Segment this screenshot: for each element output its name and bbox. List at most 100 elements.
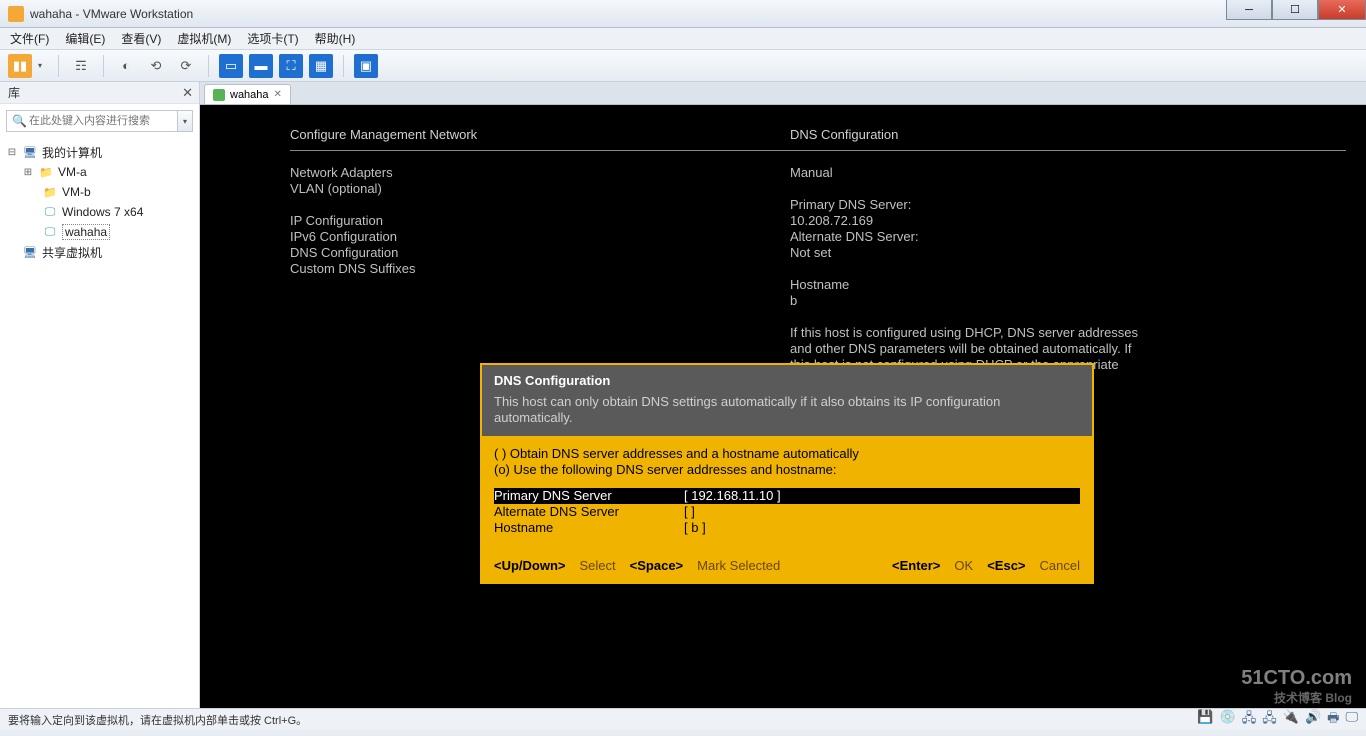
console-right-column: Manual Primary DNS Server: 10.208.72.169…: [790, 165, 1138, 373]
dns-config-dialog: DNS Configuration This host can only obt…: [480, 363, 1094, 584]
vm-icon: 🖵: [42, 225, 58, 239]
tab-close-icon[interactable]: ✕: [274, 89, 282, 100]
sidebar-close-icon[interactable]: ✕: [182, 85, 193, 101]
tree-item-wahaha[interactable]: 🖵 wahaha: [0, 222, 199, 242]
status-bar: 要将输入定向到该虚拟机，请在虚拟机内部单击或按 Ctrl+G。 💾 💿 🖧 🖧 …: [0, 708, 1366, 730]
alternate-dns-field[interactable]: Alternate DNS Server [ ]: [494, 504, 1080, 520]
maximize-button[interactable]: [1272, 0, 1318, 20]
close-button[interactable]: [1318, 0, 1366, 20]
dialog-fields: Primary DNS Server [ 192.168.11.10 ] Alt…: [494, 488, 1080, 536]
search-dropdown[interactable]: ▾: [178, 110, 193, 132]
snapshot-button[interactable]: ☶: [69, 54, 93, 78]
tree-label: 共享虚拟机: [42, 244, 102, 261]
hdd-icon[interactable]: 💾: [1197, 709, 1213, 731]
search-icon: 🔍: [12, 114, 27, 128]
vm-running-icon: [213, 89, 225, 101]
toolbar-separator: [58, 55, 59, 77]
tree-item-win7[interactable]: 🖵 Windows 7 x64: [0, 202, 199, 222]
menubar: 文件(F) 编辑(E) 查看(V) 虚拟机(M) 选项卡(T) 帮助(H): [0, 28, 1366, 50]
printer-icon[interactable]: 🖶: [1327, 709, 1339, 731]
console-left-column: Network Adapters VLAN (optional) IP Conf…: [290, 165, 790, 373]
dns-option-manual[interactable]: (o) Use the following DNS server address…: [494, 462, 1080, 478]
console-content: Configure Management Network DNS Configu…: [290, 127, 1346, 373]
field-value: [ ]: [684, 504, 1080, 520]
dns-option-auto[interactable]: ( ) Obtain DNS server addresses and a ho…: [494, 446, 1080, 462]
console-divider: [290, 150, 1346, 151]
dialog-header: DNS Configuration This host can only obt…: [482, 365, 1092, 436]
take-snapshot-button[interactable]: ⟳: [174, 54, 198, 78]
net2-icon[interactable]: 🖧: [1262, 709, 1277, 731]
toolbar: ▮▮ ▾ ☶ ◐ ⟲ ⟳ ▭ ▬ ⛶ ▦ ▣: [0, 50, 1366, 82]
toolbar-separator: [103, 55, 104, 77]
action-mark: Mark Selected: [697, 558, 780, 574]
vm-icon: 🖵: [42, 205, 58, 219]
expand-icon[interactable]: ⊟: [6, 147, 18, 158]
fullscreen-button[interactable]: ▭: [219, 54, 243, 78]
unity-button[interactable]: ▬: [249, 54, 273, 78]
sidebar-title: 库: [8, 84, 20, 101]
titlebar: wahaha - VMware Workstation: [0, 0, 1366, 28]
tree-label: 我的计算机: [42, 144, 102, 161]
hostname-field[interactable]: Hostname [ b ]: [494, 520, 1080, 536]
menu-help[interactable]: 帮助(H): [315, 30, 356, 47]
action-select: Select: [580, 558, 616, 574]
menu-tabs[interactable]: 选项卡(T): [247, 30, 298, 47]
app-icon: [8, 6, 24, 22]
primary-dns-field[interactable]: Primary DNS Server [ 192.168.11.10 ]: [494, 488, 1080, 504]
tree-label: wahaha: [62, 224, 110, 240]
snapshot-manager-button[interactable]: ◐: [114, 54, 138, 78]
usb-icon[interactable]: 🔌: [1283, 709, 1299, 731]
tree-item-vma[interactable]: ⊞ 📁 VM-a: [0, 162, 199, 182]
menu-edit[interactable]: 编辑(E): [65, 30, 105, 47]
field-label: Primary DNS Server: [494, 488, 684, 504]
tree-label: VM-b: [62, 185, 91, 199]
status-text: 要将输入定向到该虚拟机，请在虚拟机内部单击或按 Ctrl+G。: [8, 712, 307, 728]
revert-button[interactable]: ⟲: [144, 54, 168, 78]
tab-label: wahaha: [230, 89, 269, 101]
action-cancel: Cancel: [1040, 558, 1080, 574]
action-ok: OK: [954, 558, 973, 574]
computer-icon: 🖥: [22, 145, 38, 159]
tab-strip: wahaha ✕: [200, 82, 1366, 104]
console-title-left: Configure Management Network: [290, 127, 790, 142]
dialog-body: ( ) Obtain DNS server addresses and a ho…: [482, 436, 1092, 582]
cd-icon[interactable]: 💿: [1220, 709, 1236, 731]
console-view-button[interactable]: ⛶: [279, 54, 303, 78]
display-icon[interactable]: 🖵: [1345, 709, 1358, 731]
key-space: <Space>: [630, 558, 684, 574]
folder-icon: 📁: [42, 185, 58, 199]
stretch-button[interactable]: ▣: [354, 54, 378, 78]
tree-shared[interactable]: 🖥 共享虚拟机: [0, 242, 199, 262]
sidebar-search: 🔍 ▾: [0, 104, 199, 138]
menu-file[interactable]: 文件(F): [10, 30, 49, 47]
expand-icon[interactable]: ⊞: [22, 167, 34, 178]
menu-vm[interactable]: 虚拟机(M): [177, 30, 231, 47]
net-icon[interactable]: 🖧: [1242, 709, 1257, 731]
key-esc: <Esc>: [987, 558, 1025, 574]
minimize-button[interactable]: [1226, 0, 1272, 20]
toolbar-separator: [343, 55, 344, 77]
tab-wahaha[interactable]: wahaha ✕: [204, 84, 291, 104]
field-label: Alternate DNS Server: [494, 504, 684, 520]
key-enter: <Enter>: [892, 558, 940, 574]
status-tray: 💾 💿 🖧 🖧 🔌 🔊 🖶 🖵: [1197, 709, 1358, 731]
window-controls: [1226, 0, 1366, 20]
tree-item-vmb[interactable]: 📁 VM-b: [0, 182, 199, 202]
power-on-button[interactable]: ▮▮: [8, 54, 32, 78]
tree-root[interactable]: ⊟ 🖥 我的计算机: [0, 142, 199, 162]
toolbar-separator: [208, 55, 209, 77]
console-title-right: DNS Configuration: [790, 127, 898, 142]
tree-label: VM-a: [58, 165, 87, 179]
thumbnail-button[interactable]: ▦: [309, 54, 333, 78]
power-dropdown[interactable]: ▾: [38, 61, 48, 70]
dialog-footer: <Up/Down> Select <Space> Mark Selected <…: [494, 558, 1080, 574]
field-value: [ b ]: [684, 520, 1080, 536]
field-value: [ 192.168.11.10 ]: [684, 488, 1080, 504]
shared-icon: 🖥: [22, 245, 38, 259]
sound-icon[interactable]: 🔊: [1305, 709, 1321, 731]
sidebar: 库 ✕ 🔍 ▾ ⊟ 🖥 我的计算机 ⊞ 📁 VM-a 📁 VM-b: [0, 82, 200, 708]
key-updown: <Up/Down>: [494, 558, 566, 574]
search-input[interactable]: [6, 110, 178, 132]
field-label: Hostname: [494, 520, 684, 536]
menu-view[interactable]: 查看(V): [121, 30, 161, 47]
